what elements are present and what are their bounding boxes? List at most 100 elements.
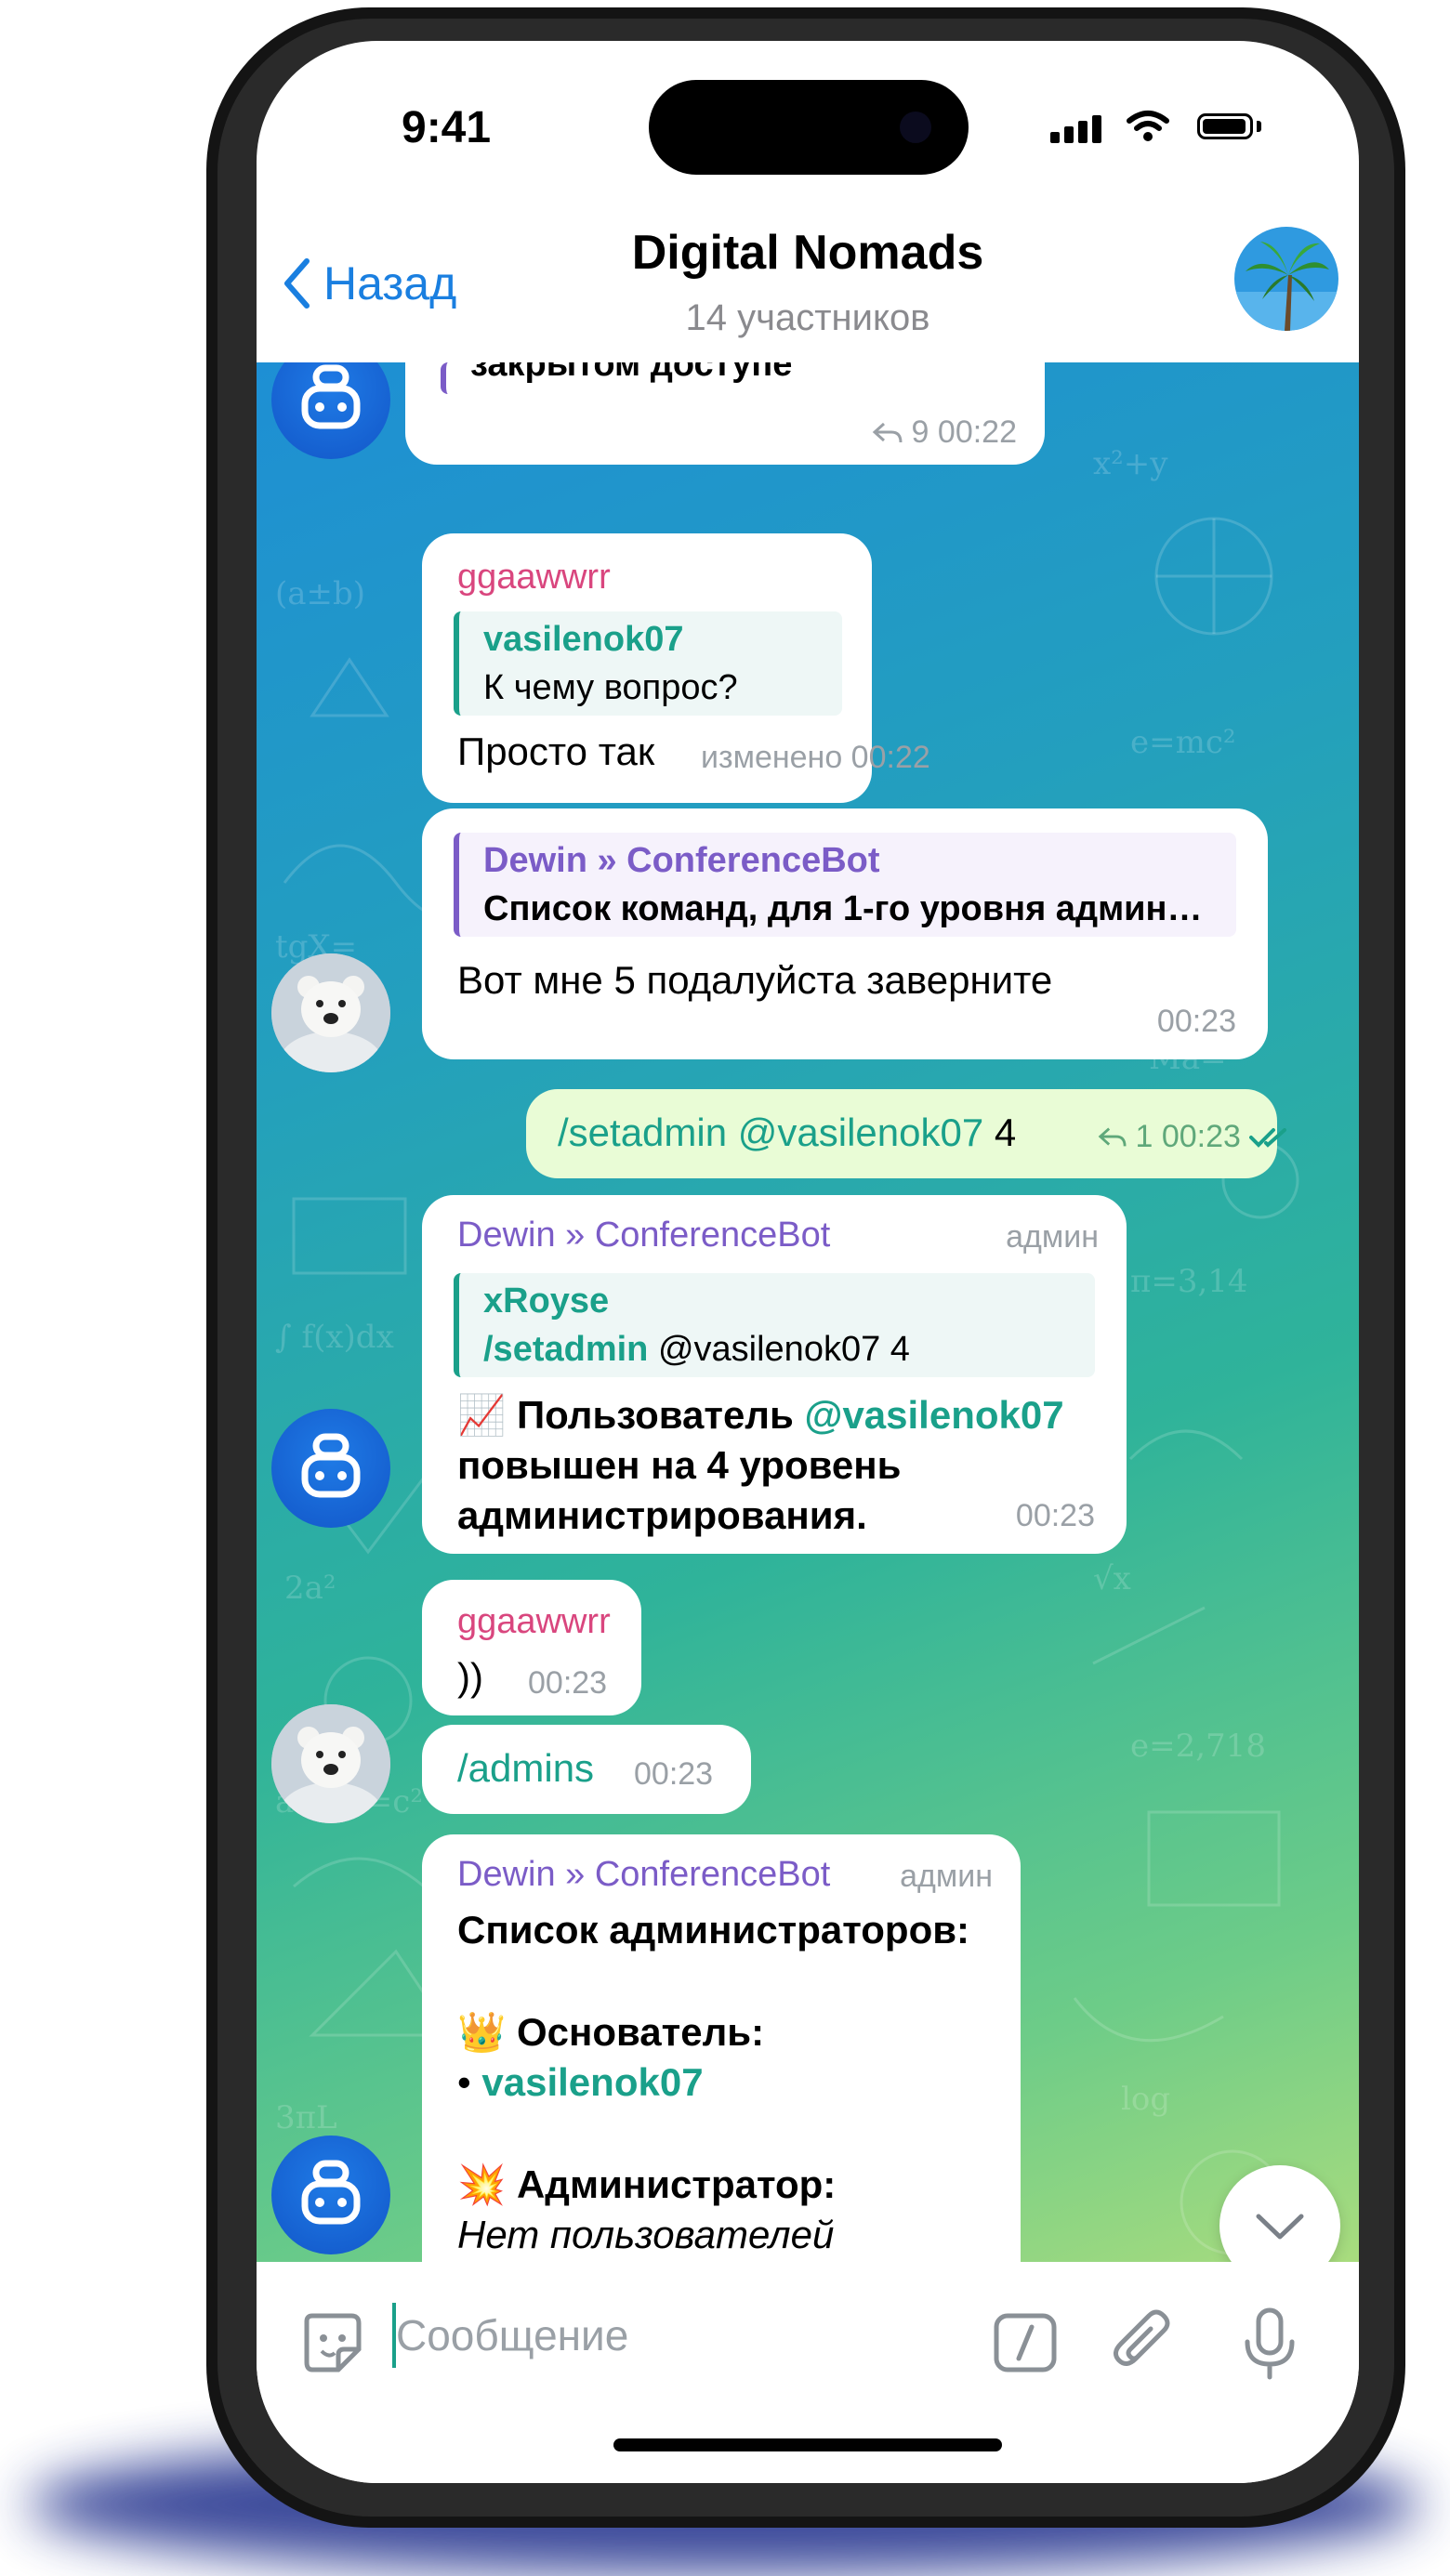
admins-heading: Список администраторов: (457, 1908, 970, 1952)
chat-area[interactable]: x²+ye=mc² (a±b)tgX= sin xπ=3,14 ∫ f(x)dx… (257, 362, 1359, 2262)
quote-command: /setadmin (483, 1330, 649, 1369)
phone-screen: 9:41 Назад Digital Nomads 14 участников (257, 41, 1359, 2483)
chevron-down-icon (1256, 2214, 1304, 2240)
message-time: 00:23 (1156, 1004, 1236, 1039)
message-edited-time: изменено 00:22 (701, 740, 930, 775)
message-text: Просто так (457, 729, 655, 773)
message-bubble-outgoing[interactable]: /setadmin @vasilenok07 4 1 00:23 (526, 1089, 1287, 1178)
reply-icon (872, 422, 903, 443)
message-time: 00:22 (937, 414, 1017, 450)
quote-author: xRoyse (483, 1281, 610, 1321)
message-time: 00:23 (634, 1756, 714, 1792)
command-arg: 4 (994, 1111, 1017, 1154)
message-text: 📈 Пользователь @vasilenok07 повышен на 4… (457, 1390, 1108, 1541)
message-bubble-3[interactable]: Dewin » ConferenceBot Список команд, для… (422, 808, 1268, 1059)
battery-tip (1257, 121, 1261, 132)
cellular-signal-icon (1050, 115, 1106, 143)
chart-emoji-icon: 📈 (457, 1393, 507, 1437)
svg-text:3πL: 3πL (275, 2099, 337, 2136)
message-bubble-1[interactable]: закрытом доступе 9 00:22 (405, 362, 1045, 465)
bot-avatar[interactable] (271, 1409, 390, 1528)
bot-avatar[interactable] (271, 2136, 390, 2254)
double-check-icon (1249, 1128, 1287, 1148)
svg-text:e=mc²: e=mc² (1130, 724, 1236, 761)
reply-quote: закрытом доступе (441, 362, 1008, 394)
admin-value: Нет пользователей (457, 2213, 835, 2256)
quote-author: vasilenok07 (483, 620, 684, 659)
quote-text: Список команд, для 1-го уровня админ… (483, 889, 1203, 928)
quote-text: К чему вопрос? (483, 668, 738, 707)
sender-name: ggaawwrr (457, 1602, 611, 1641)
message-bubble-2[interactable]: ggaawwrr vasilenok07 К чему вопрос? Прос… (422, 533, 930, 803)
message-input[interactable]: Сообщение (396, 2310, 628, 2360)
sender-name: Dewin » ConferenceBot (457, 1855, 831, 1894)
message-text: )) (457, 1655, 483, 1699)
line3: администрирования. (457, 1493, 867, 1537)
svg-text:log: log (1121, 2081, 1170, 2118)
quote-text: /setadmin @vasilenok07 4 (483, 1325, 1095, 1373)
reply-count: 1 (1135, 1119, 1153, 1154)
founder-line: 👑 Основатель: (457, 2007, 764, 2057)
message-time: 00:23 (1015, 1498, 1095, 1533)
polar-bear-avatar (271, 1704, 390, 1823)
reply-quote: vasilenok07 К чему вопрос? (454, 611, 842, 716)
svg-text:π=3,14: π=3,14 (1130, 1263, 1248, 1300)
admin-line: 💥 Администратор: (457, 2160, 836, 2210)
quote-rest: @vasilenok07 4 (657, 1330, 910, 1369)
svg-text:√x: √x (1093, 1560, 1131, 1597)
svg-text:e=2,718: e=2,718 (1130, 1728, 1266, 1765)
chat-title[interactable]: Digital Nomads (257, 225, 1359, 281)
explosion-emoji-icon: 💥 (457, 2162, 507, 2206)
user-avatar[interactable] (271, 953, 390, 1072)
battery-icon (1197, 113, 1253, 139)
admin-label: Администратор: (516, 2162, 837, 2206)
home-indicator[interactable] (613, 2438, 1002, 2451)
svg-text:2a²: 2a² (284, 1570, 336, 1607)
command-text[interactable]: /admins (457, 1743, 594, 1794)
group-avatar[interactable] (1234, 227, 1338, 331)
quote-text: закрытом доступе (470, 362, 793, 384)
reply-icon (1098, 1127, 1127, 1147)
message-bubble-6[interactable]: ggaawwrr )) 00:23 (422, 1580, 641, 1715)
message-time: 00:23 (528, 1665, 608, 1701)
reply-quote: Dewin » ConferenceBot Список команд, для… (454, 833, 1236, 937)
status-time: 9:41 (402, 103, 492, 152)
command-text[interactable]: /setadmin (558, 1111, 727, 1154)
mention-link[interactable]: @vasilenok07 (804, 1393, 1063, 1437)
paperclip-icon[interactable] (1108, 2307, 1179, 2379)
sender-name: Dewin » ConferenceBot (457, 1216, 831, 1255)
founder-label: Основатель: (516, 2010, 765, 2054)
slash-command-icon[interactable] (991, 2308, 1060, 2377)
reply-quote: xRoyse /setadmin @vasilenok07 4 (454, 1273, 1095, 1377)
svg-text:(a±b): (a±b) (275, 575, 365, 612)
founder-name-link[interactable]: vasilenok07 (481, 2060, 703, 2104)
sticker-icon[interactable] (297, 2308, 366, 2377)
message-time: 00:23 (1161, 1119, 1241, 1154)
message-text: Вот мне 5 подалуйста заверните (457, 958, 1053, 1002)
sender-role: админ (1006, 1219, 1099, 1255)
dynamic-island (649, 80, 969, 175)
line1-prefix: Пользователь (516, 1393, 794, 1437)
crown-emoji-icon: 👑 (457, 2010, 507, 2054)
message-bubble-bot-setadmin[interactable]: Dewin » ConferenceBot админ xRoyse /seta… (422, 1195, 1127, 1554)
message-meta: 9 00:22 (871, 414, 1017, 451)
camera-icon (900, 112, 931, 143)
line2: повышен на 4 уровень (457, 1443, 902, 1487)
message-text: /setadmin @vasilenok07 4 (558, 1108, 1016, 1158)
founder-entry: • vasilenok07 (457, 2057, 704, 2108)
sender-name: ggaawwrr (457, 558, 611, 597)
svg-text:x²+y: x²+y (1093, 445, 1168, 482)
message-bubble-bot-admins[interactable]: Dewin » ConferenceBot админ Список админ… (422, 1834, 1021, 2262)
reply-count: 9 (911, 414, 929, 450)
user-avatar[interactable] (271, 1704, 390, 1823)
microphone-icon[interactable] (1242, 2305, 1298, 2381)
message-bubble-7[interactable]: /admins 00:23 (422, 1725, 751, 1814)
bot-avatar-icon (301, 2160, 361, 2225)
bot-avatar-icon (301, 1433, 361, 1498)
svg-text:∫ f(x)dx: ∫ f(x)dx (275, 1319, 394, 1356)
palm-tree-avatar (1234, 227, 1338, 331)
quote-author: Dewin » ConferenceBot (483, 841, 880, 880)
mention-link[interactable]: @vasilenok07 (738, 1111, 983, 1154)
message-meta: 1 00:23 (1097, 1119, 1292, 1155)
wifi-icon (1127, 111, 1169, 141)
